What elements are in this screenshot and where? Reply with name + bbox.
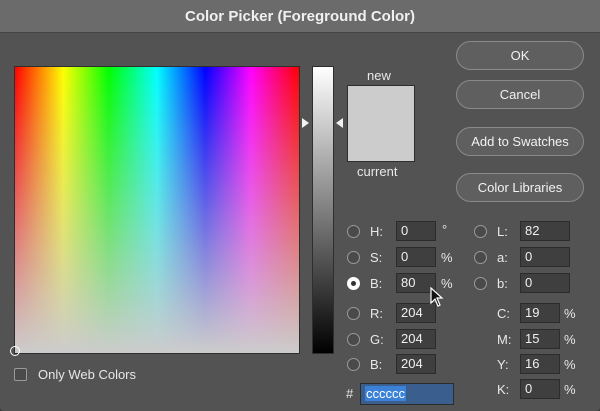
- k-label: K:: [497, 382, 510, 397]
- h-unit: °: [442, 222, 448, 237]
- new-label: new: [367, 68, 391, 83]
- mouse-cursor-icon: [430, 287, 444, 307]
- y-unit: %: [564, 357, 576, 372]
- l-input[interactable]: 82: [520, 221, 570, 241]
- color-libraries-button[interactable]: Color Libraries: [456, 173, 584, 202]
- only-web-colors-checkbox[interactable]: [14, 368, 27, 381]
- m-input[interactable]: 15: [520, 329, 560, 349]
- c-unit: %: [564, 306, 576, 321]
- radio-s[interactable]: [347, 251, 360, 264]
- l-label: L:: [497, 224, 508, 239]
- current-label: current: [357, 164, 398, 179]
- radio-h[interactable]: [347, 225, 360, 238]
- color-field[interactable]: [10, 66, 300, 356]
- hex-prefix: #: [346, 386, 354, 401]
- a-input[interactable]: 0: [520, 247, 570, 267]
- b-rgb-label: B:: [370, 357, 383, 372]
- color-field-marker[interactable]: [10, 346, 20, 356]
- radio-b-hsb[interactable]: [347, 277, 360, 290]
- b-hsb-label: B:: [370, 276, 383, 291]
- b-rgb-input[interactable]: 204: [396, 354, 436, 374]
- b-lab-label: b:: [497, 276, 508, 291]
- slider-right-arrow-icon[interactable]: [336, 118, 343, 128]
- m-unit: %: [564, 332, 576, 347]
- k-unit: %: [564, 382, 576, 397]
- r-label: R:: [370, 306, 383, 321]
- color-preview-swatch: [347, 85, 415, 162]
- a-label: a:: [497, 250, 508, 265]
- cancel-button[interactable]: Cancel: [456, 80, 584, 109]
- radio-b-lab[interactable]: [474, 277, 487, 290]
- radio-l[interactable]: [474, 225, 487, 238]
- s-input[interactable]: 0: [396, 247, 436, 267]
- c-label: C:: [497, 306, 510, 321]
- s-unit: %: [441, 250, 453, 265]
- h-label: H:: [370, 224, 383, 239]
- dialog-title: Color Picker (Foreground Color): [0, 0, 600, 33]
- radio-b-rgb[interactable]: [347, 358, 360, 371]
- radio-a[interactable]: [474, 251, 487, 264]
- hex-value: cccccc: [365, 386, 406, 401]
- s-label: S:: [370, 250, 383, 265]
- b-lab-input[interactable]: 0: [520, 273, 570, 293]
- y-label: Y:: [497, 357, 509, 372]
- c-input[interactable]: 19: [520, 303, 560, 323]
- radio-r[interactable]: [347, 307, 360, 320]
- k-input[interactable]: 0: [520, 379, 560, 399]
- h-input[interactable]: 0: [396, 221, 436, 241]
- radio-g[interactable]: [347, 333, 360, 346]
- m-label: M:: [497, 332, 512, 347]
- y-input[interactable]: 16: [520, 354, 560, 374]
- g-input[interactable]: 204: [396, 329, 436, 349]
- add-to-swatches-button[interactable]: Add to Swatches: [456, 127, 584, 156]
- only-web-colors-label: Only Web Colors: [38, 367, 137, 382]
- color-picker-dialog: Color Picker (Foreground Color) new curr…: [0, 0, 600, 411]
- ok-button[interactable]: OK: [456, 41, 584, 70]
- brightness-slider[interactable]: [312, 66, 334, 354]
- g-label: G:: [370, 332, 384, 347]
- hex-input[interactable]: cccccc: [360, 383, 454, 405]
- slider-left-arrow-icon[interactable]: [302, 118, 309, 128]
